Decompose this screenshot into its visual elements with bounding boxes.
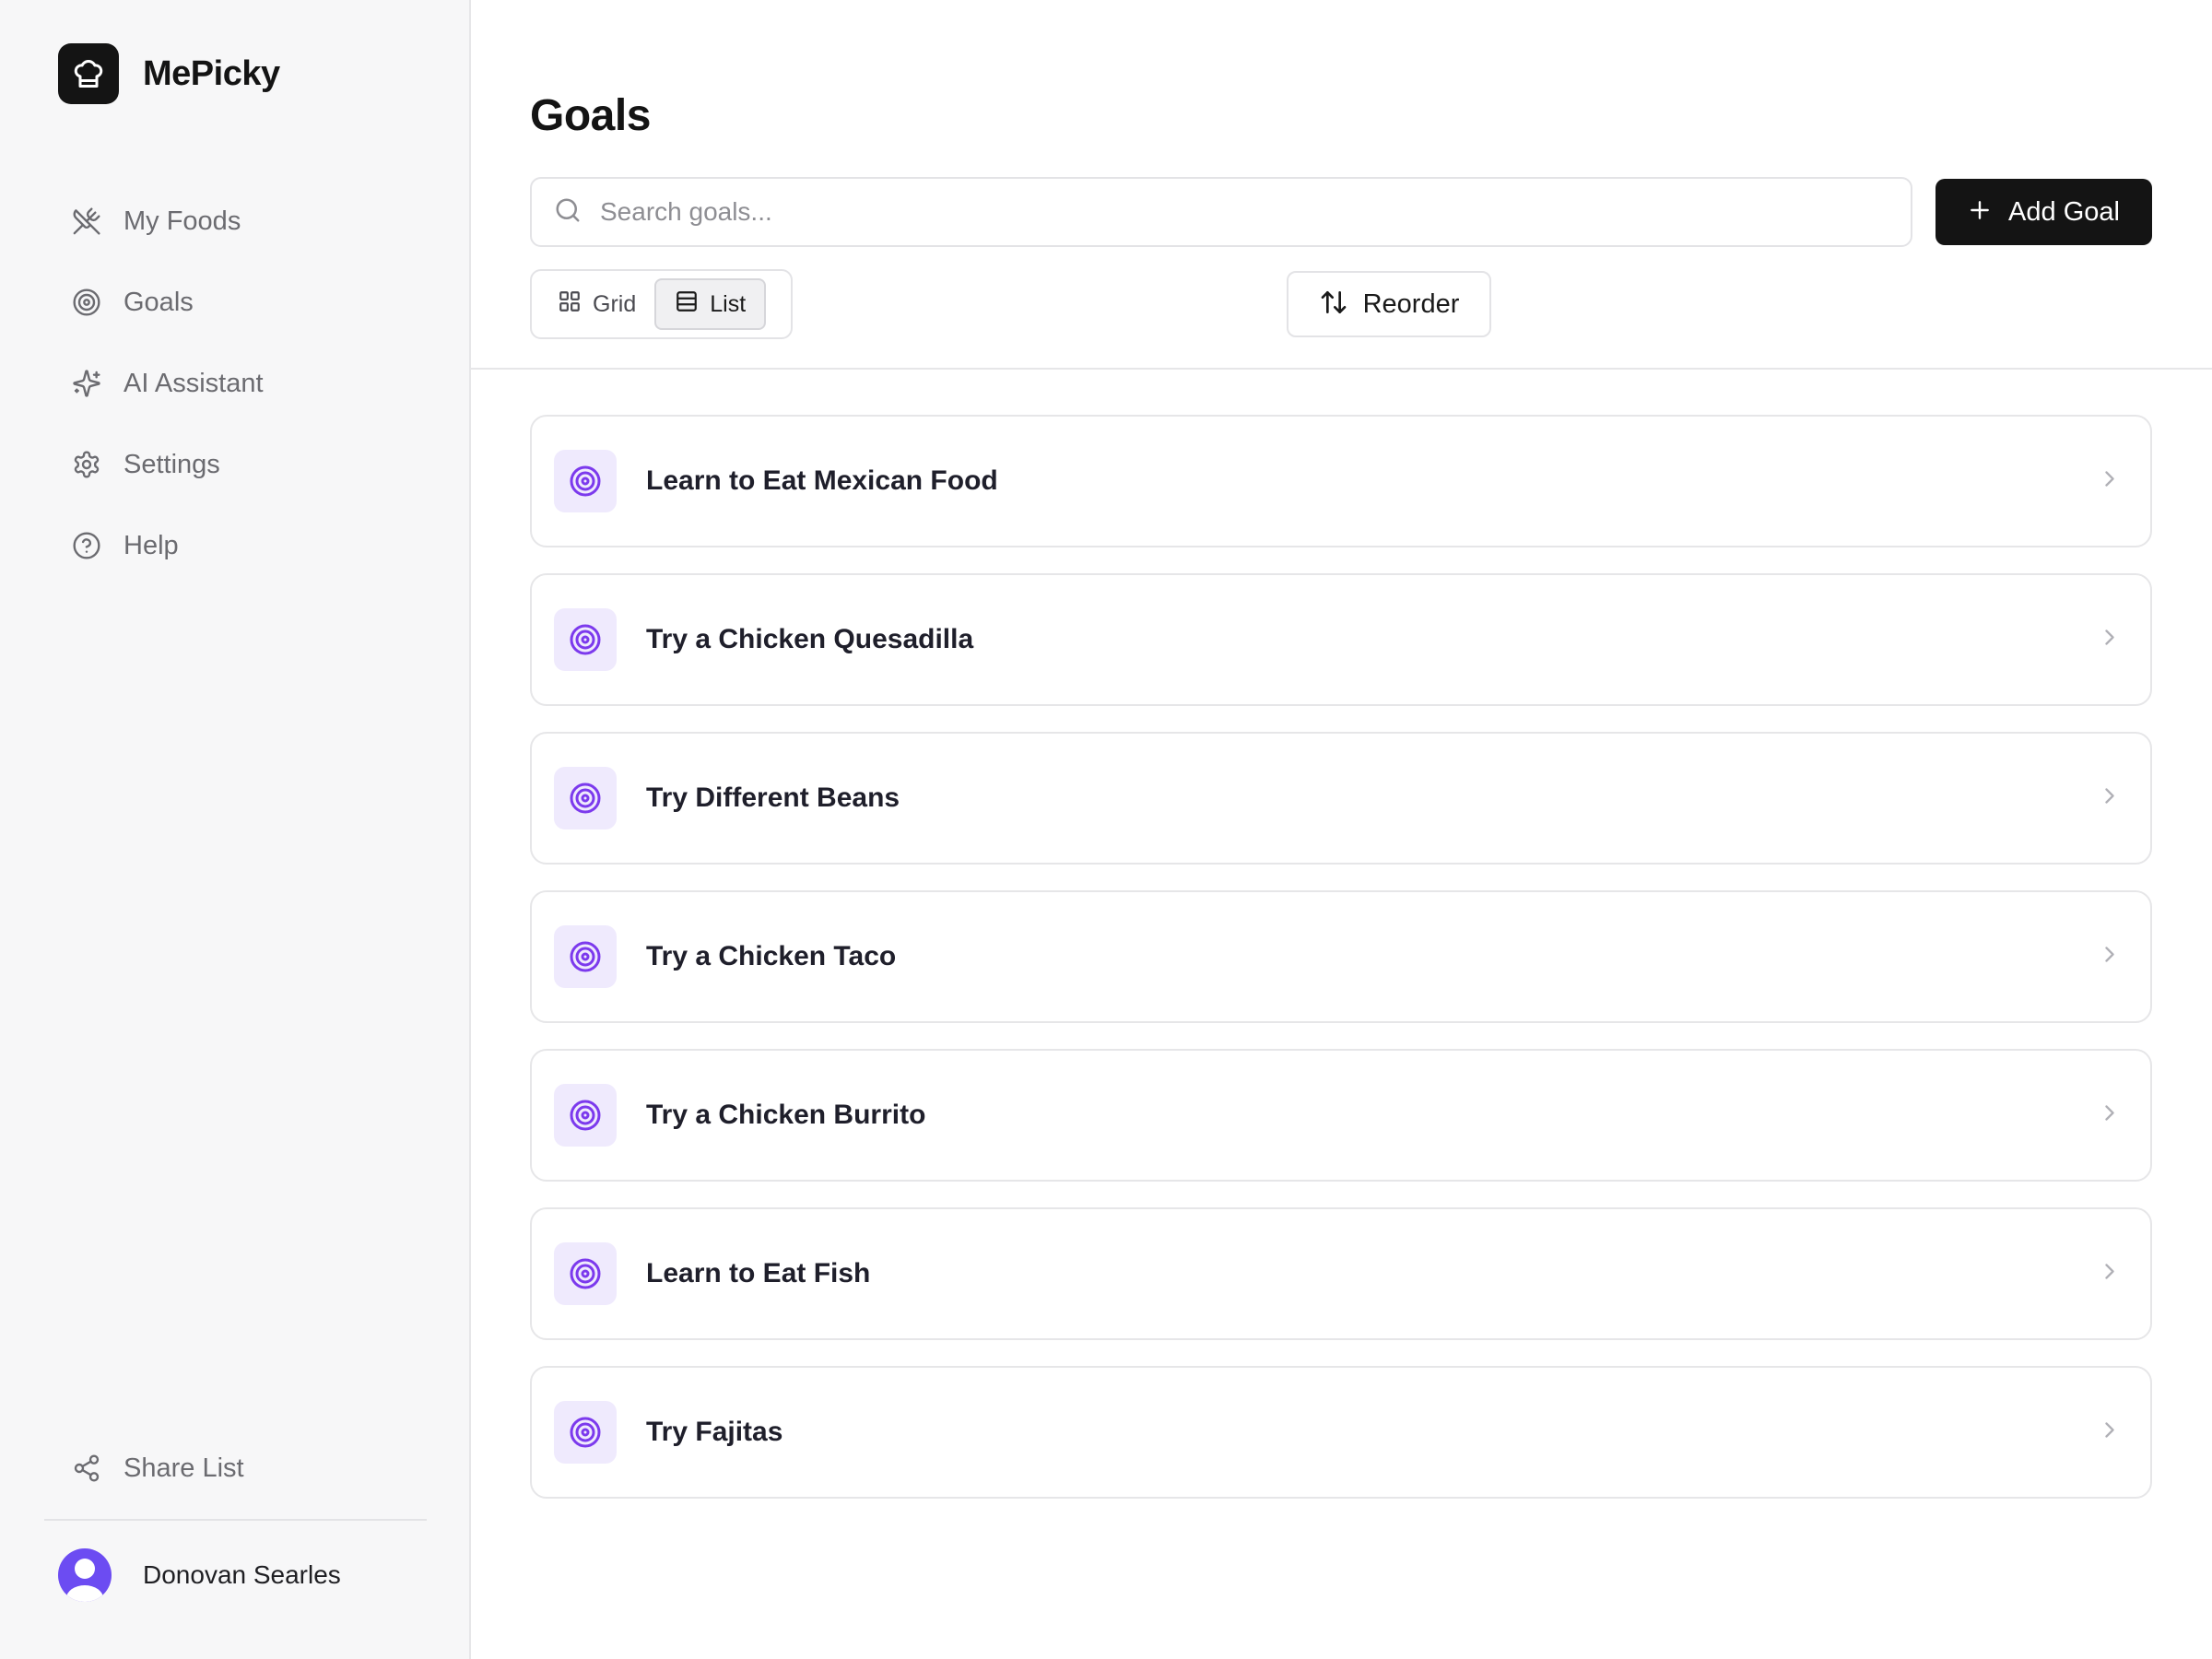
main-content: Goals Add Goal	[471, 0, 2212, 1659]
sidebar-item-label: AI Assistant	[124, 368, 264, 398]
share-list-button[interactable]: Share List	[44, 1428, 427, 1509]
sidebar-item-label: Goals	[124, 287, 194, 317]
reorder-button[interactable]: Reorder	[1287, 271, 1491, 337]
sidebar-item-label: My Foods	[124, 206, 241, 236]
sidebar-nav: My Foods Goals AI Assistant Settings Hel…	[44, 181, 427, 586]
target-icon	[554, 450, 617, 512]
goal-title: Try Different Beans	[646, 782, 900, 813]
sidebar-item-goals[interactable]: Goals	[44, 262, 427, 343]
sidebar-item-ai-assistant[interactable]: AI Assistant	[44, 343, 427, 424]
goal-list-item[interactable]: Try a Chicken Taco	[530, 890, 2152, 1023]
sidebar-item-label: Settings	[124, 449, 220, 479]
goal-title: Try a Chicken Taco	[646, 941, 897, 971]
goal-title: Learn to Eat Fish	[646, 1258, 871, 1288]
sidebar-item-help[interactable]: Help	[44, 505, 427, 586]
avatar	[58, 1548, 112, 1602]
chevron-right-icon	[2097, 942, 2123, 972]
target-icon	[72, 288, 101, 317]
search-icon	[554, 196, 582, 229]
chevron-right-icon	[2097, 1418, 2123, 1448]
target-icon	[554, 608, 617, 671]
target-icon	[554, 767, 617, 830]
share-list: Share List	[44, 1428, 427, 1509]
chevron-right-icon	[2097, 783, 2123, 814]
goal-title: Try a Chicken Burrito	[646, 1100, 926, 1130]
goal-list: Learn to Eat Mexican Food Try a Chicken Q…	[530, 415, 2152, 1524]
add-goal-label: Add Goal	[2008, 196, 2120, 227]
search-input[interactable]	[600, 197, 1872, 227]
target-icon	[554, 1401, 617, 1464]
sidebar-item-settings[interactable]: Settings	[44, 424, 427, 505]
chevron-right-icon	[2097, 1100, 2123, 1131]
chevron-right-icon	[2097, 466, 2123, 497]
list-label: List	[710, 290, 747, 317]
header-divider	[471, 368, 2212, 370]
brand[interactable]: MePicky	[58, 43, 280, 104]
search-bar	[530, 177, 1912, 247]
gear-icon	[72, 450, 101, 479]
goal-list-item[interactable]: Try a Chicken Quesadilla	[530, 573, 2152, 706]
list-icon	[675, 289, 699, 320]
goal-list-item[interactable]: Try Fajitas	[530, 1366, 2152, 1499]
sidebar: MePicky My Foods Goals AI Assistant Sett…	[0, 0, 471, 1659]
goal-list-item[interactable]: Try a Chicken Burrito	[530, 1049, 2152, 1182]
grid-label: Grid	[593, 290, 637, 317]
goal-title: Try a Chicken Quesadilla	[646, 624, 974, 654]
utensils-crossed-icon	[72, 206, 101, 236]
sidebar-item-my-foods[interactable]: My Foods	[44, 181, 427, 262]
add-goal-button[interactable]: Add Goal	[1936, 179, 2152, 245]
target-icon	[554, 1084, 617, 1147]
page-title: Goals	[530, 91, 651, 140]
goal-title: Learn to Eat Mexican Food	[646, 465, 998, 496]
brand-name: MePicky	[143, 53, 280, 93]
target-icon	[554, 925, 617, 988]
grid-icon	[558, 289, 582, 320]
sidebar-item-label: Help	[124, 530, 179, 560]
target-icon	[554, 1242, 617, 1305]
goal-list-item[interactable]: Learn to Eat Fish	[530, 1207, 2152, 1340]
goal-list-item[interactable]: Learn to Eat Mexican Food	[530, 415, 2152, 547]
sidebar-divider	[44, 1519, 427, 1521]
help-circle-icon	[72, 531, 101, 560]
goal-list-item[interactable]: Try Different Beans	[530, 732, 2152, 865]
arrow-up-down-icon	[1319, 288, 1348, 322]
share-icon	[72, 1453, 101, 1483]
sparkles-icon	[72, 369, 101, 398]
chevron-right-icon	[2097, 625, 2123, 655]
user-name: Donovan Searles	[143, 1560, 341, 1589]
reorder-label: Reorder	[1362, 288, 1460, 319]
app: MePicky My Foods Goals AI Assistant Sett…	[0, 0, 2212, 1659]
chef-hat-icon	[58, 43, 119, 104]
grid-view-button[interactable]: Grid	[539, 278, 654, 330]
user-profile[interactable]: Donovan Searles	[58, 1548, 341, 1602]
share-list-label: Share List	[124, 1453, 244, 1483]
goal-title: Try Fajitas	[646, 1417, 783, 1447]
list-view-button[interactable]: List	[654, 278, 767, 330]
view-toggle: Grid List	[530, 269, 793, 339]
chevron-right-icon	[2097, 1259, 2123, 1289]
plus-icon	[1968, 198, 1992, 227]
